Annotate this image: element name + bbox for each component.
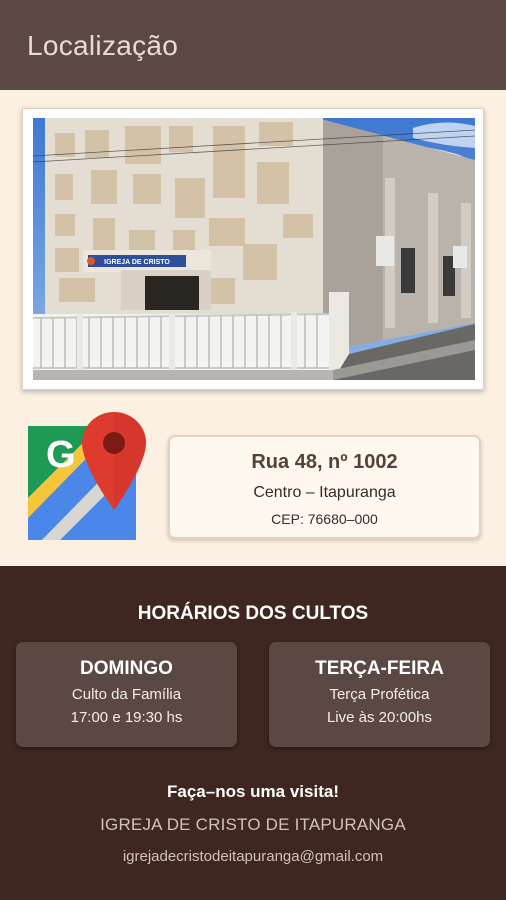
schedule-section: HORÁRIOS DOS CULTOS DOMINGO Culto da Fam… [0, 566, 506, 900]
schedule-title: HORÁRIOS DOS CULTOS [137, 603, 369, 624]
visit-invitation: Faça–nos uma visita! [167, 782, 339, 801]
service-day: DOMINGO [80, 658, 173, 679]
app-bar: Localização [0, 0, 506, 90]
address-card: Rua 48, nº 1002 Centro – Itapuranga CEP:… [168, 435, 481, 539]
service-card-sunday: DOMINGO Culto da Família 17:00 e 19:30 h… [16, 642, 237, 747]
church-building-illustration: IGREJA DE CRISTO [33, 118, 475, 380]
address-cep: CEP: 76680–000 [271, 511, 378, 527]
service-time: 17:00 e 19:30 hs [70, 709, 183, 726]
address-street: Rua 48, nº 1002 [251, 451, 398, 473]
church-name: IGREJA DE CRISTO DE ITAPURANGA [100, 815, 406, 834]
church-photo: IGREJA DE CRISTO [33, 118, 475, 380]
service-description: Culto da Família [71, 686, 182, 703]
address-city: Centro – Itapuranga [253, 484, 396, 501]
google-maps-icon[interactable]: G [20, 412, 148, 542]
page-title: Localização [27, 30, 179, 61]
service-time: Live às 20:00hs [326, 709, 433, 726]
svg-text:G: G [46, 434, 76, 476]
service-day: TERÇA-FEIRA [315, 658, 444, 679]
app-screen: Localização IGREJA DE CRISTO G Rua 48, n… [0, 0, 506, 900]
church-photo-frame: IGREJA DE CRISTO [22, 108, 484, 390]
church-sign-text: IGREJA DE CRISTO [104, 259, 170, 266]
contact-email-link[interactable]: igrejadecristodeitapuranga@gmail.com [0, 848, 506, 865]
service-description: Terça Profética [329, 686, 430, 703]
service-card-tuesday: TERÇA-FEIRA Terça Profética Live às 20:0… [269, 642, 490, 747]
location-section: IGREJA DE CRISTO G Rua 48, nº 1002 Centr… [0, 90, 506, 566]
